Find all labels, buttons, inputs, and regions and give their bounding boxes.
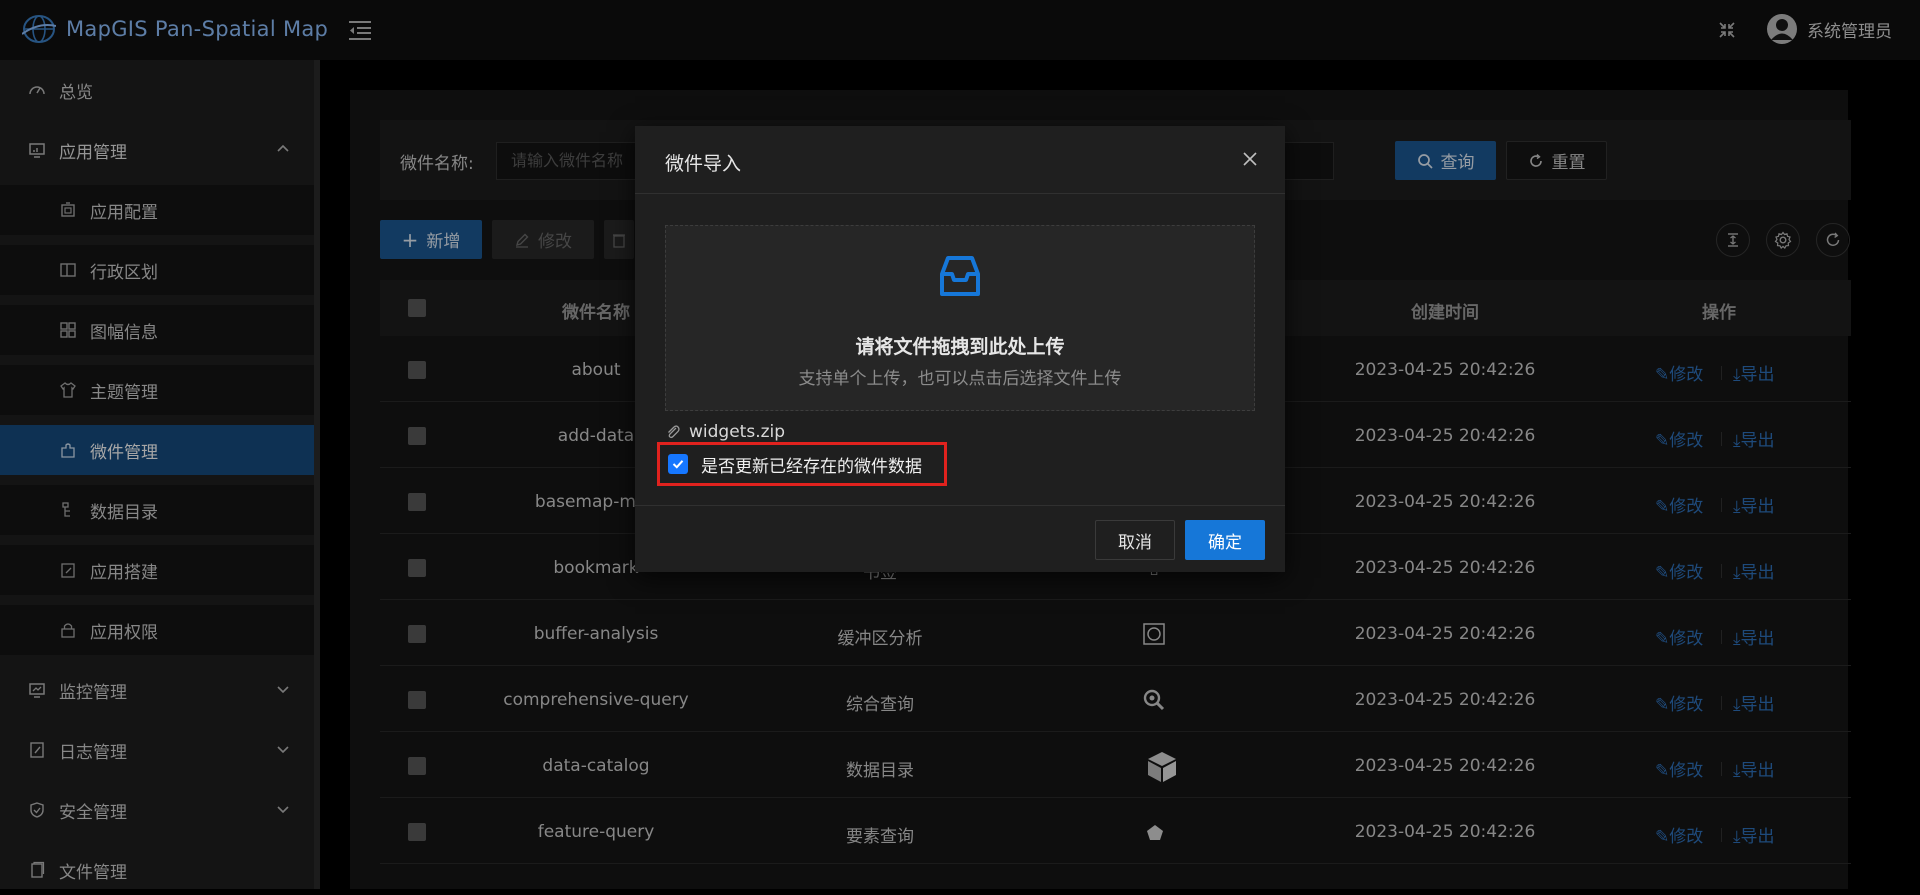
ok-button[interactable]: 确定 [1185,520,1265,560]
dialog-header: 微件导入 [635,126,1285,194]
uploaded-file[interactable]: widgets.zip [665,422,785,442]
update-existing-option[interactable]: 是否更新已经存在的微件数据 [657,442,947,486]
file-name: widgets.zip [689,422,786,442]
paperclip-icon [668,425,680,439]
dialog-title: 微件导入 [665,153,742,175]
check-icon [672,460,684,469]
upload-dropzone[interactable]: 请将文件拖拽到此处上传 支持单个上传，也可以点击后选择文件上传 [665,225,1255,411]
update-existing-checkbox[interactable] [668,454,688,474]
widget-import-dialog: 微件导入 请将文件拖拽到此处上传 支持单个上传，也可以点击后选择文件上传 wid… [635,126,1285,572]
update-existing-label: 是否更新已经存在的微件数据 [701,456,922,477]
dropzone-hint: 支持单个上传，也可以点击后选择文件上传 [798,369,1122,389]
cancel-button[interactable]: 取消 [1095,520,1175,560]
inbox-icon [940,256,980,296]
close-icon[interactable] [1241,150,1259,168]
dropzone-title: 请将文件拖拽到此处上传 [855,336,1065,358]
